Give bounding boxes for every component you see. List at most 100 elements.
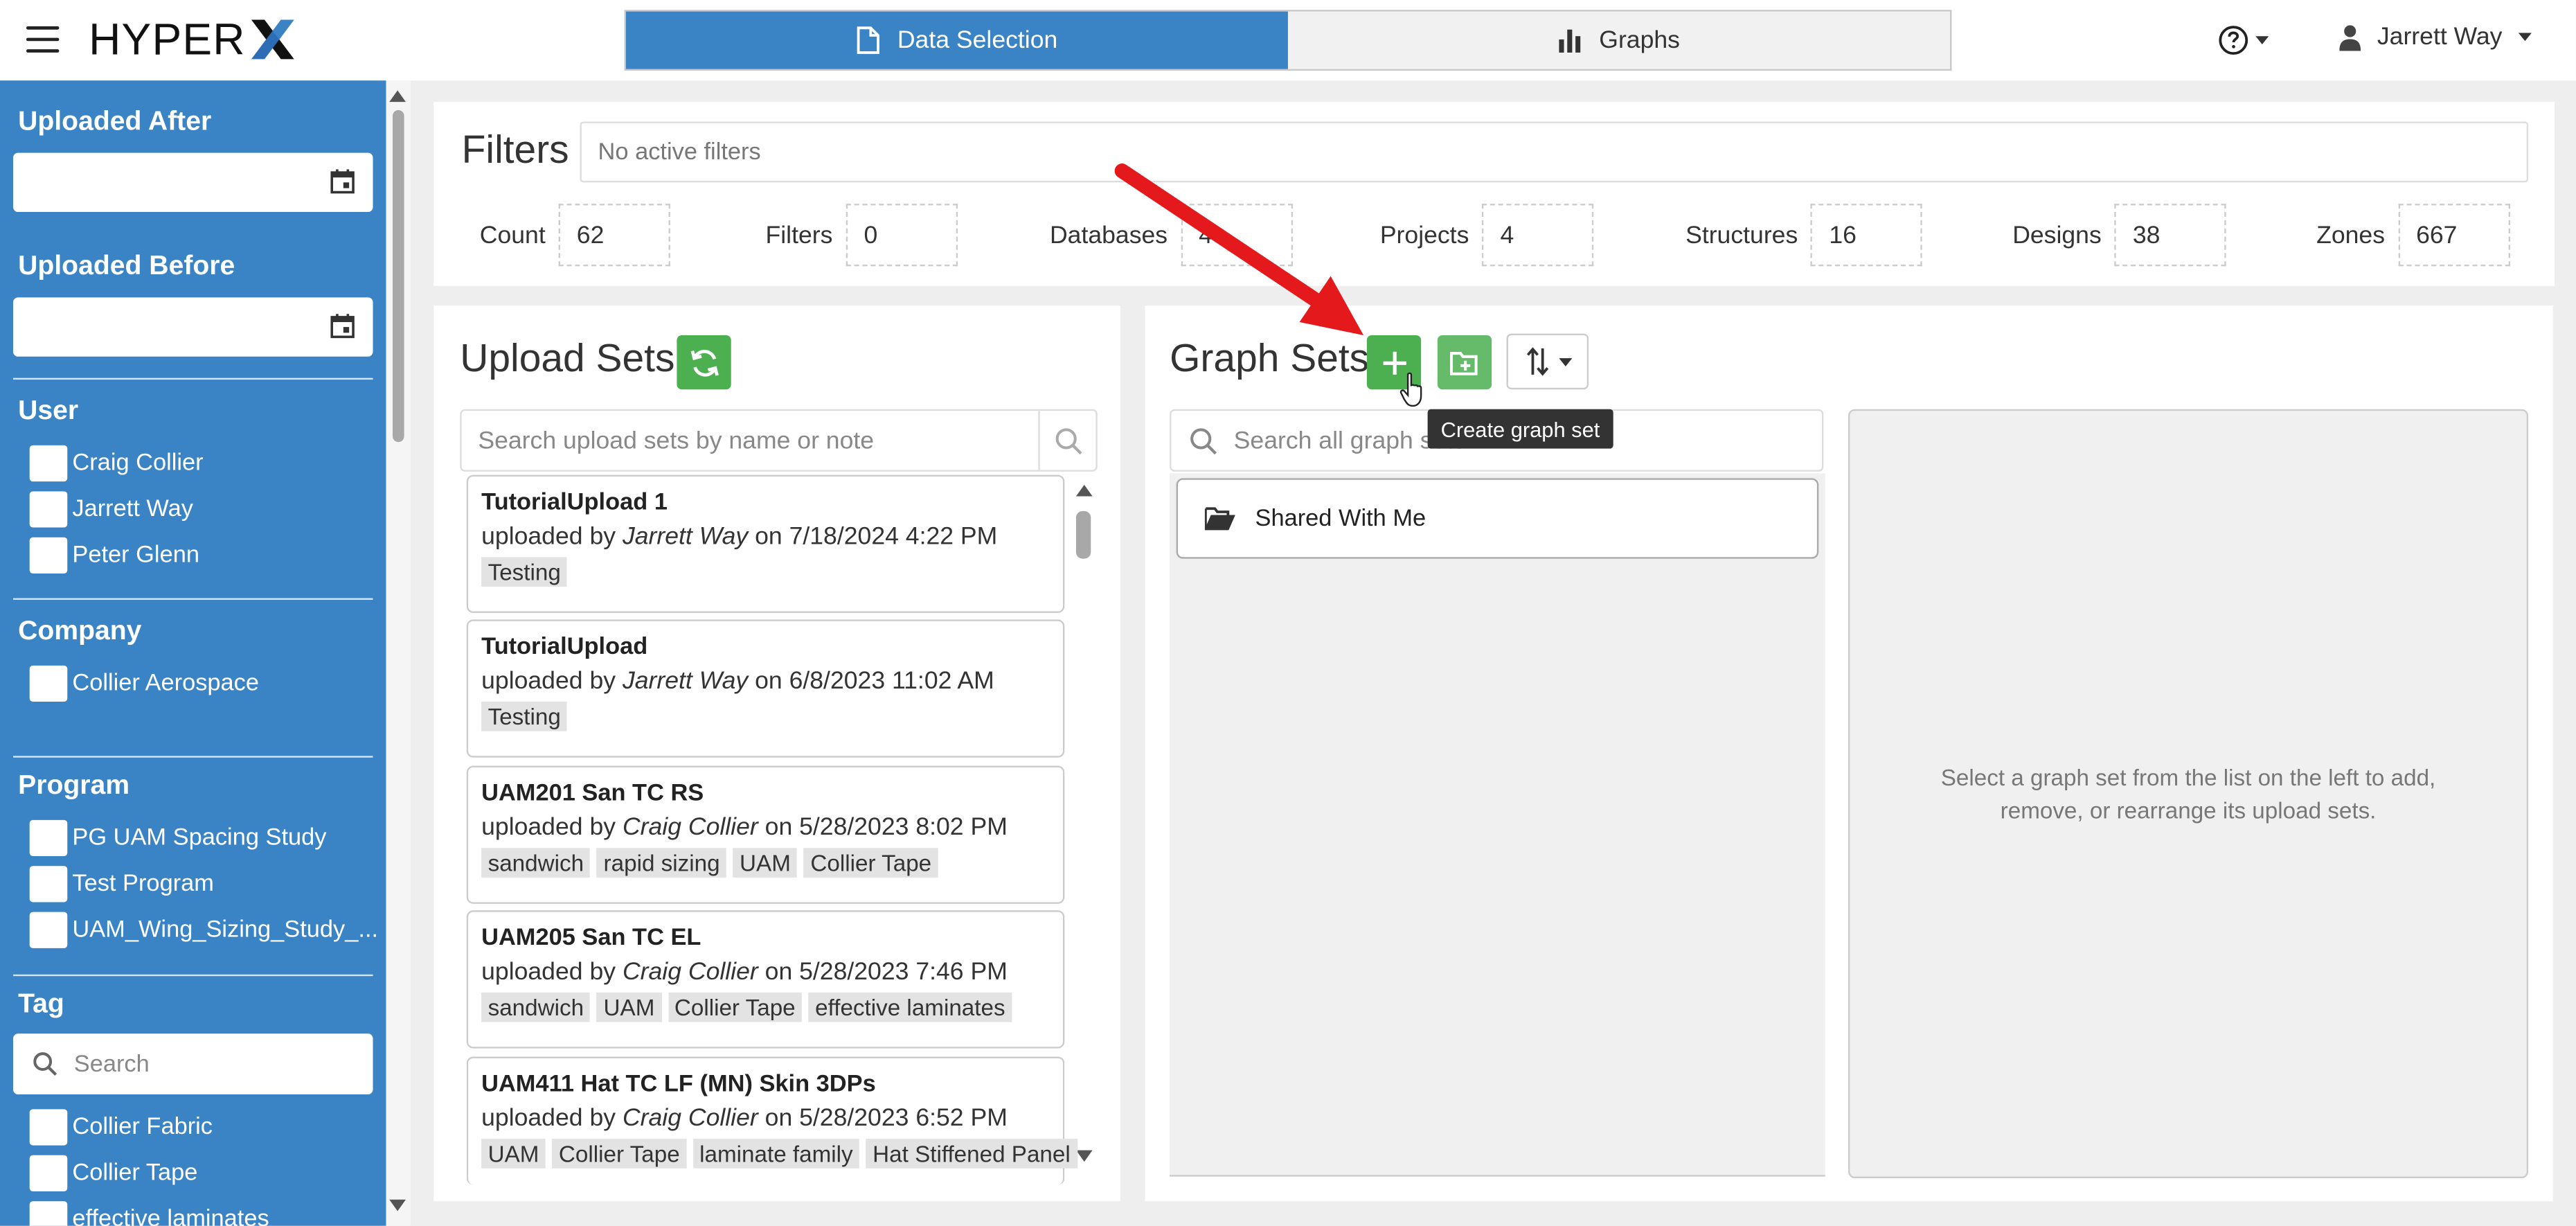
tag-checkbox[interactable]: effective laminates xyxy=(29,1201,269,1226)
scroll-up-icon[interactable] xyxy=(1075,484,1093,497)
upload-set-card[interactable]: UAM205 San TC EL uploaded by Craig Colli… xyxy=(466,910,1065,1049)
app-root: HYPER Data Selection Graphs Jarrett Way … xyxy=(0,0,2576,1226)
user-menu[interactable]: Jarrett Way xyxy=(2339,23,2532,51)
checkbox[interactable] xyxy=(29,912,68,948)
active-filters-field[interactable]: No active filters xyxy=(580,121,2529,183)
checkbox-label: Peter Glenn xyxy=(72,542,199,569)
upload-set-meta: uploaded by Craig Collier on 5/28/2023 7… xyxy=(481,958,1008,986)
uploaded-after-date-field[interactable] xyxy=(12,152,373,213)
upload-sets-search-input[interactable] xyxy=(478,426,1021,454)
upload-set-meta: uploaded by Jarrett Way on 6/8/2023 11:0… xyxy=(481,667,994,695)
upload-list-scrollbar[interactable] xyxy=(1068,475,1098,1175)
refresh-icon xyxy=(690,348,718,376)
upload-sets-title: Upload Sets xyxy=(460,337,675,382)
checkbox[interactable] xyxy=(29,445,68,482)
sort-button[interactable] xyxy=(1506,333,1589,390)
tag-search-field[interactable] xyxy=(12,1033,373,1095)
stat-label: Projects xyxy=(1379,221,1469,249)
program-checkbox[interactable]: UAM_Wing_Sizing_Study_... xyxy=(29,912,379,948)
stat-label: Count xyxy=(479,221,546,249)
tag-heading: Tag xyxy=(18,989,64,1019)
tag-badge: rapid sizing xyxy=(597,848,727,878)
logo: HYPER xyxy=(89,14,296,64)
checkbox[interactable] xyxy=(29,665,68,702)
stat-structures: Structures 16 xyxy=(1685,204,1923,267)
upload-set-card[interactable]: UAM411 Hat TC LF (MN) Skin 3DPs uploaded… xyxy=(466,1056,1077,1185)
uploaded-after-heading: Uploaded After xyxy=(18,107,212,136)
user-checkbox[interactable]: Peter Glenn xyxy=(29,537,199,574)
empty-state-message: Select a graph set from the list on the … xyxy=(1940,764,2436,824)
calendar-icon[interactable] xyxy=(330,169,355,194)
tag-badge: UAM xyxy=(481,1139,546,1169)
user-checkbox[interactable]: Jarrett Way xyxy=(29,491,193,528)
program-checkbox[interactable]: PG UAM Spacing Study xyxy=(29,819,327,857)
tag-checkbox[interactable]: Collier Fabric xyxy=(29,1109,213,1146)
checkbox[interactable] xyxy=(29,537,68,574)
help-circle-icon xyxy=(2219,26,2248,55)
folder-shared-with-me[interactable]: Shared With Me xyxy=(1176,478,1819,559)
scrollbar-thumb[interactable] xyxy=(393,109,404,443)
stat-label: Databases xyxy=(1049,221,1168,249)
calendar-icon[interactable] xyxy=(330,314,355,339)
stat-value: 4 xyxy=(1482,204,1594,267)
stat-value: 38 xyxy=(2114,204,2227,267)
tag-badge: laminate family xyxy=(692,1139,860,1169)
stat-value: 62 xyxy=(558,204,671,267)
stat-value: 667 xyxy=(2397,204,2510,267)
document-icon xyxy=(857,26,880,54)
folder-label: Shared With Me xyxy=(1255,505,1426,532)
stat-label: Designs xyxy=(2012,221,2102,249)
search-icon xyxy=(1190,427,1217,454)
uploaded-before-date-field[interactable] xyxy=(12,297,373,357)
scroll-down-icon[interactable] xyxy=(1075,1150,1093,1162)
tag-checkbox[interactable]: Collier Tape xyxy=(29,1155,197,1191)
upload-set-card[interactable]: TutorialUpload 1 uploaded by Jarrett Way… xyxy=(466,474,1065,613)
stat-zones: Zones 667 xyxy=(2316,204,2510,267)
graph-set-detail-pane: Select a graph set from the list on the … xyxy=(1848,409,2529,1179)
checkbox-label: Craig Collier xyxy=(72,450,204,477)
checkbox[interactable] xyxy=(29,819,68,857)
checkbox[interactable] xyxy=(29,866,68,903)
divider xyxy=(12,377,373,380)
tag-badge: effective laminates xyxy=(808,992,1012,1022)
hamburger-menu-icon[interactable] xyxy=(26,26,60,53)
tag-badge: UAM xyxy=(597,992,661,1022)
checkbox[interactable] xyxy=(29,491,68,528)
sidebar-scrollbar[interactable] xyxy=(386,80,411,1226)
checkbox-label: Collier Fabric xyxy=(72,1114,213,1141)
tag-badge: Collier Tape xyxy=(668,992,803,1022)
checkbox-label: UAM_Wing_Sizing_Study_... xyxy=(72,916,379,943)
upload-sets-search[interactable] xyxy=(460,409,1098,472)
create-folder-button[interactable] xyxy=(1437,335,1492,390)
user-icon xyxy=(2339,24,2361,51)
refresh-button[interactable] xyxy=(677,335,731,390)
user-checkbox[interactable]: Craig Collier xyxy=(29,445,204,482)
upload-set-meta: uploaded by Jarrett Way on 7/18/2024 4:2… xyxy=(481,522,998,551)
search-button[interactable] xyxy=(1038,411,1095,470)
tag-badge: Collier Tape xyxy=(552,1139,687,1169)
tab-label: Data Selection xyxy=(897,26,1058,55)
chevron-down-icon xyxy=(1558,357,1572,366)
scroll-up-icon[interactable] xyxy=(389,90,406,103)
uploaded-before-heading: Uploaded Before xyxy=(18,251,235,281)
upload-set-card[interactable]: UAM201 San TC RS uploaded by Craig Colli… xyxy=(466,765,1065,904)
checkbox[interactable] xyxy=(29,1109,68,1146)
tab-graphs[interactable]: Graphs xyxy=(1287,11,1951,69)
folder-open-icon xyxy=(1204,507,1235,531)
tag-badge: Testing xyxy=(481,702,568,731)
tab-data-selection[interactable]: Data Selection xyxy=(625,11,1288,69)
search-icon xyxy=(1055,427,1082,454)
scrollbar-thumb[interactable] xyxy=(1075,510,1091,559)
upload-set-card[interactable]: TutorialUpload uploaded by Jarrett Way o… xyxy=(466,619,1065,758)
checkbox-label: Collier Aerospace xyxy=(72,670,260,697)
program-checkbox[interactable]: Test Program xyxy=(29,866,214,903)
program-heading: Program xyxy=(18,770,130,801)
tag-search-input[interactable] xyxy=(73,1051,354,1078)
scroll-down-icon[interactable] xyxy=(389,1199,406,1211)
checkbox[interactable] xyxy=(29,1155,68,1191)
chevron-down-icon xyxy=(2519,33,2532,42)
help-menu[interactable] xyxy=(2218,25,2269,56)
tab-label: Graphs xyxy=(1599,26,1681,55)
checkbox[interactable] xyxy=(29,1201,68,1226)
company-checkbox[interactable]: Collier Aerospace xyxy=(29,665,260,702)
